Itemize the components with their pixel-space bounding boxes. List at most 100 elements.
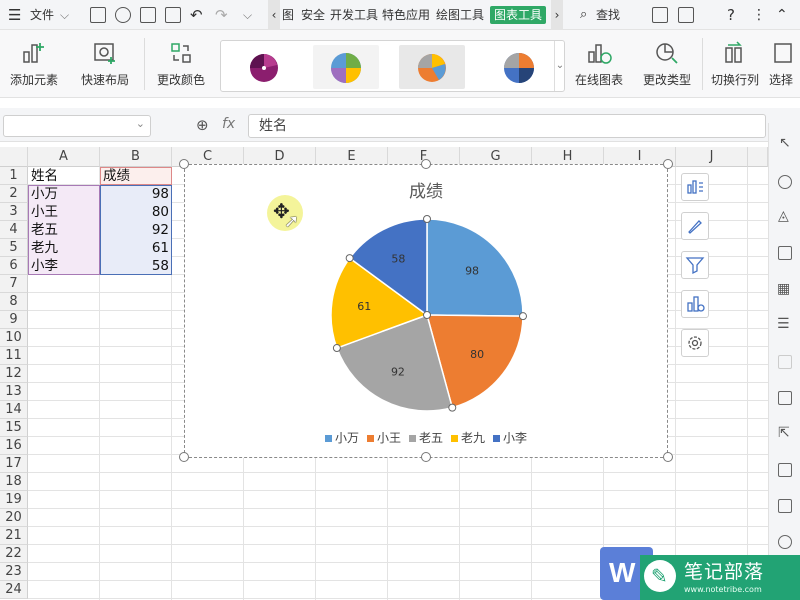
tab-chart-tools[interactable]: 图表工具 [490,6,547,24]
tab-drawing-tools[interactable]: 绘图工具 [436,6,484,24]
cell-a5[interactable]: 老九 [31,239,58,257]
series-point-handle-0[interactable] [423,215,431,223]
edit-icon[interactable] [778,391,792,405]
cell-b4[interactable]: 92 [100,221,169,239]
chart-style-1[interactable] [227,45,293,89]
row-header-22[interactable]: 22 [0,545,28,563]
online-chart-button[interactable]: 在线图表 [568,30,630,98]
gallery-expand-icon[interactable]: ⌄ [554,41,565,91]
row-header-15[interactable]: 15 [0,419,28,437]
row-header-7[interactable]: 7 [0,275,28,293]
hamburger-icon[interactable]: ☰ [8,0,21,30]
row-header-4[interactable]: 4 [0,221,28,239]
cell-b1[interactable]: 成绩 [103,167,130,185]
row-header-19[interactable]: 19 [0,491,28,509]
row-header-1[interactable]: 1 [0,167,28,185]
row-header-9[interactable]: 9 [0,311,28,329]
col-header-k[interactable] [748,147,768,167]
change-type-button[interactable]: 更改类型 [638,30,696,98]
chart-legend[interactable]: 小万 小王 老五 老九 小李 [185,429,667,446]
name-box-dropdown-icon[interactable]: ⌄ [136,117,145,130]
row-header-13[interactable]: 13 [0,383,28,401]
tab-special-apps[interactable]: 特色应用 [382,6,430,24]
col-header-j[interactable]: J [676,147,748,167]
fill-icon[interactable]: ◬ [778,208,789,224]
cell-b3[interactable]: 80 [100,203,169,221]
cell-a1[interactable]: 姓名 [31,167,58,185]
chart-elements-button[interactable] [681,173,709,201]
row-header-10[interactable]: 10 [0,329,28,347]
search-label[interactable]: 查找 [596,0,620,30]
undo-icon[interactable]: ↶ [190,0,203,30]
row-header-23[interactable]: 23 [0,563,28,581]
row-header-2[interactable]: 2 [0,185,28,203]
print-icon[interactable] [140,7,156,23]
row-header-12[interactable]: 12 [0,365,28,383]
resize-handle-bl[interactable] [179,452,189,462]
data-label-4[interactable]: 58 [391,252,405,265]
row-header-11[interactable]: 11 [0,347,28,365]
data-label-3[interactable]: 61 [357,300,371,313]
row-header-3[interactable]: 3 [0,203,28,221]
chart-filter-button[interactable] [681,251,709,279]
chart-settings-button[interactable] [681,329,709,357]
online-chart-quick-button[interactable] [681,290,709,318]
zoom-formula-icon[interactable]: ⊕ [196,116,209,134]
select-cursor-icon[interactable]: ↖ [779,135,791,151]
cell-b5[interactable]: 61 [100,239,169,257]
cell-a4[interactable]: 老五 [31,221,58,239]
resize-handle-br[interactable] [663,452,673,462]
cloud-icon[interactable] [678,7,694,23]
chart-style-2[interactable] [313,45,379,89]
row-header-24[interactable]: 24 [0,581,28,599]
cell-b6[interactable]: 58 [100,257,169,275]
data-label-1[interactable]: 80 [470,348,484,361]
collapse-icon[interactable]: ⌃ [776,0,788,30]
row-header-5[interactable]: 5 [0,239,28,257]
help-icon[interactable]: ? [727,0,735,30]
fx-label[interactable]: fx [222,116,235,132]
row-header-21[interactable]: 21 [0,527,28,545]
series-point-handle-2[interactable] [448,403,457,412]
row-header-20[interactable]: 20 [0,509,28,527]
col-header-b[interactable]: B [100,147,172,167]
chart-style-4[interactable] [485,45,551,89]
row-header-16[interactable]: 16 [0,437,28,455]
select-all-corner[interactable] [0,147,28,167]
tab-developer[interactable]: 开发工具 [330,6,378,24]
row-header-6[interactable]: 6 [0,257,28,275]
switch-row-col-button[interactable]: 切换行列 [706,30,764,98]
shape-icon[interactable] [778,175,792,189]
cell-a6[interactable]: 小李 [31,257,58,275]
redo-icon[interactable]: ↷ [215,0,228,30]
picture-icon[interactable] [778,499,792,513]
share-icon[interactable] [652,7,668,23]
tab-security[interactable]: 安全 [301,6,325,24]
tab-scroll-right-icon[interactable]: › [551,0,563,30]
print-preview-icon[interactable] [165,7,181,23]
data-label-0[interactable]: 98 [465,264,479,277]
archive-icon[interactable] [778,463,792,477]
select-data-button[interactable]: 选择 [766,30,800,98]
data-label-2[interactable]: 92 [391,365,405,378]
cell-b2[interactable]: 98 [100,185,169,203]
formula-input[interactable]: 姓名 [248,114,766,138]
search-icon[interactable]: ⌕ [580,0,587,30]
chevron-down-icon-2[interactable]: ⌵ [243,0,252,30]
file-menu[interactable]: 文件 [30,0,54,30]
pie-plot-area[interactable]: 98 80 92 61 58 [185,165,669,459]
chevron-down-icon[interactable]: ⌵ [60,0,69,30]
tab-image[interactable]: 图 [282,6,294,24]
resize-handle-tr[interactable] [663,159,673,169]
series-point-handle-5[interactable] [423,311,431,319]
pie-chart[interactable]: 成绩 98 80 92 61 58 小万 小王 老五 老九 小李 ✥ ➚ [184,164,668,458]
series-point-handle-4[interactable] [345,254,354,263]
resize-handle-tl[interactable] [179,159,189,169]
row-header-17[interactable]: 17 [0,455,28,473]
resize-handle-t[interactable] [421,159,431,169]
cell-a2[interactable]: 小万 [31,185,58,203]
name-box[interactable]: ⌄ [3,115,151,137]
change-color-button[interactable]: 更改颜色 [150,30,212,98]
add-element-button[interactable]: 添加元素 [4,30,64,98]
export-side-icon[interactable]: ⇱ [778,425,790,441]
